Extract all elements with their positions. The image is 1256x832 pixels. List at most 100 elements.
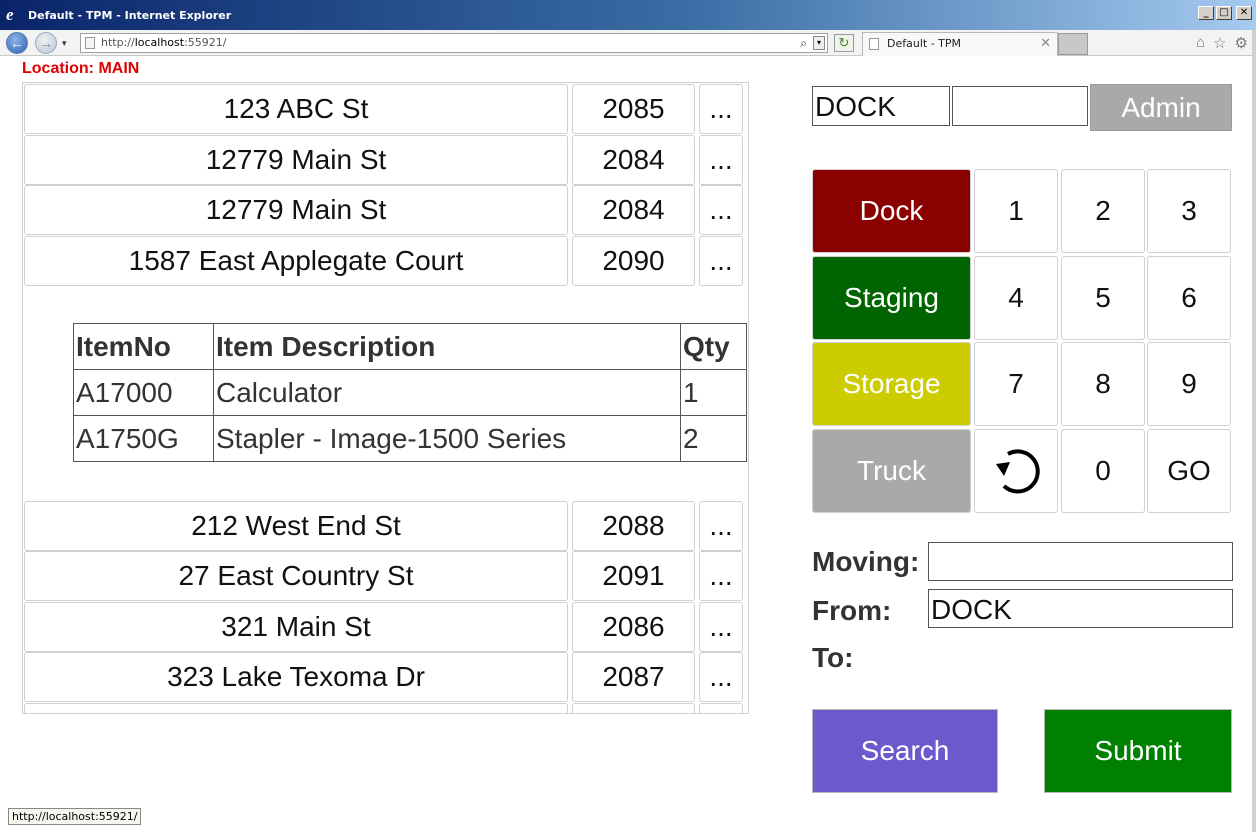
key-0[interactable]: 0 — [1061, 429, 1145, 513]
item-row: A17000 Calculator 1 — [73, 369, 747, 416]
to-label: To: — [812, 642, 854, 673]
window-titlebar: e Default - TPM - Internet Explorer _ □ … — [0, 0, 1256, 30]
order-row[interactable]: 123 ABC St 2085 ... — [23, 84, 748, 134]
key-3[interactable]: 3 — [1147, 169, 1231, 253]
browser-navbar: ← → ▾ http://localhost:55921/ ⌕ ▾ ↻ Defa… — [0, 30, 1256, 56]
order-more-button[interactable]: ... — [699, 135, 743, 185]
back-button[interactable]: ← — [6, 32, 28, 54]
order-more-button[interactable]: ... — [699, 84, 743, 134]
item-number: A1750G — [73, 415, 214, 462]
order-address[interactable]: 12779 Main St — [24, 185, 568, 235]
header-item-description: Item Description — [213, 323, 681, 370]
refresh-button[interactable]: ↻ — [834, 34, 854, 52]
order-address[interactable]: 212 West End St — [24, 501, 568, 551]
admin-button[interactable]: Admin — [1090, 84, 1232, 131]
order-number[interactable]: 2090 — [572, 236, 695, 286]
search-icon[interactable]: ⌕ — [800, 34, 807, 52]
submit-button[interactable]: Submit — [1044, 709, 1232, 793]
order-number[interactable]: 2085 — [572, 84, 695, 134]
order-number[interactable]: 2091 — [572, 551, 695, 601]
go-button[interactable]: GO — [1147, 429, 1231, 513]
order-more-button[interactable]: ... — [699, 185, 743, 235]
order-address[interactable]: 27 East Country St — [24, 551, 568, 601]
order-items-table: ItemNo Item Description Qty A17000 Calcu… — [73, 323, 747, 462]
tab-page-icon — [869, 38, 879, 50]
address-suffix: :55921/ — [184, 36, 227, 49]
refresh-icon: ↻ — [838, 35, 850, 50]
moving-input[interactable] — [928, 542, 1233, 581]
item-number: A17000 — [73, 369, 214, 416]
new-tab-button[interactable] — [1058, 33, 1088, 55]
truck-button[interactable]: Truck — [812, 429, 971, 513]
key-1[interactable]: 1 — [974, 169, 1058, 253]
key-8[interactable]: 8 — [1061, 342, 1145, 426]
from-input[interactable]: DOCK — [928, 589, 1233, 628]
order-address[interactable]: 12779 Main St — [24, 135, 568, 185]
favorites-icon[interactable]: ☆ — [1213, 34, 1226, 52]
undo-button[interactable] — [974, 429, 1058, 513]
order-more-button[interactable]: ... — [699, 602, 743, 652]
address-bar[interactable]: http://localhost:55921/ ⌕ ▾ — [80, 33, 828, 53]
order-more-button[interactable] — [699, 703, 743, 713]
order-number[interactable]: 2088 — [572, 501, 695, 551]
order-address[interactable]: 321 Main St — [24, 602, 568, 652]
status-bar: http://localhost:55921/ — [0, 806, 1256, 832]
key-7[interactable]: 7 — [974, 342, 1058, 426]
storage-button[interactable]: Storage — [812, 342, 971, 426]
order-row[interactable]: 323 Lake Texoma Dr 2087 ... — [23, 652, 748, 702]
order-row[interactable]: 212 West End St 2088 ... — [23, 501, 748, 551]
forward-arrow-icon: → — [39, 35, 53, 51]
order-address[interactable]: 323 Lake Texoma Dr — [24, 652, 568, 702]
order-more-button[interactable]: ... — [699, 551, 743, 601]
forward-button[interactable]: → — [35, 32, 57, 54]
item-qty: 2 — [680, 415, 747, 462]
undo-icon — [996, 449, 1040, 494]
page-icon — [85, 37, 95, 49]
order-address[interactable]: 123 ABC St — [24, 84, 568, 134]
maximize-button[interactable]: □ — [1216, 6, 1232, 20]
home-icon[interactable]: ⌂ — [1196, 34, 1205, 52]
address-host: localhost — [134, 36, 185, 49]
staging-button[interactable]: Staging — [812, 256, 971, 340]
order-row[interactable]: 1587 East Applegate Court 2090 ... — [23, 236, 748, 286]
order-number[interactable]: 2084 — [572, 135, 695, 185]
order-number[interactable]: 2084 — [572, 185, 695, 235]
order-row[interactable]: 27 East Country St 2091 ... — [23, 551, 748, 601]
search-button[interactable]: Search — [812, 709, 998, 793]
order-number[interactable]: 2086 — [572, 602, 695, 652]
order-row-partial[interactable] — [23, 703, 748, 713]
order-row[interactable]: 12779 Main St 2084 ... — [23, 135, 748, 185]
order-number[interactable]: 2087 — [572, 652, 695, 702]
order-address[interactable] — [24, 703, 568, 713]
key-9[interactable]: 9 — [1147, 342, 1231, 426]
order-row[interactable]: 321 Main St 2086 ... — [23, 602, 748, 652]
back-arrow-icon: ← — [10, 35, 24, 51]
tab-title: Default - TPM — [887, 37, 961, 50]
tools-gear-icon[interactable]: ⚙ — [1235, 34, 1248, 52]
window-border — [1252, 30, 1256, 832]
order-number[interactable] — [572, 703, 695, 713]
key-6[interactable]: 6 — [1147, 256, 1231, 340]
item-qty: 1 — [680, 369, 747, 416]
from-label: From: — [812, 595, 892, 626]
orders-list[interactable]: 123 ABC St 2085 ... 12779 Main St 2084 .… — [22, 82, 749, 714]
order-more-button[interactable]: ... — [699, 652, 743, 702]
browser-tab[interactable]: Default - TPM ✕ — [862, 32, 1058, 56]
tab-close-icon[interactable]: ✕ — [1040, 33, 1051, 55]
address-prefix: http:// — [101, 36, 135, 49]
header-qty: Qty — [680, 323, 747, 370]
order-more-button[interactable]: ... — [699, 501, 743, 551]
key-4[interactable]: 4 — [974, 256, 1058, 340]
history-dropdown-icon[interactable]: ▾ — [62, 38, 67, 49]
minimize-button[interactable]: _ — [1198, 6, 1214, 20]
secondary-input[interactable] — [952, 86, 1088, 126]
location-input[interactable]: DOCK — [812, 86, 950, 126]
order-row[interactable]: 12779 Main St 2084 ... — [23, 185, 748, 235]
key-5[interactable]: 5 — [1061, 256, 1145, 340]
order-address[interactable]: 1587 East Applegate Court — [24, 236, 568, 286]
address-dropdown-icon[interactable]: ▾ — [813, 36, 825, 50]
close-button[interactable]: ✕ — [1236, 6, 1252, 20]
dock-button[interactable]: Dock — [812, 169, 971, 253]
order-more-button[interactable]: ... — [699, 236, 743, 286]
key-2[interactable]: 2 — [1061, 169, 1145, 253]
